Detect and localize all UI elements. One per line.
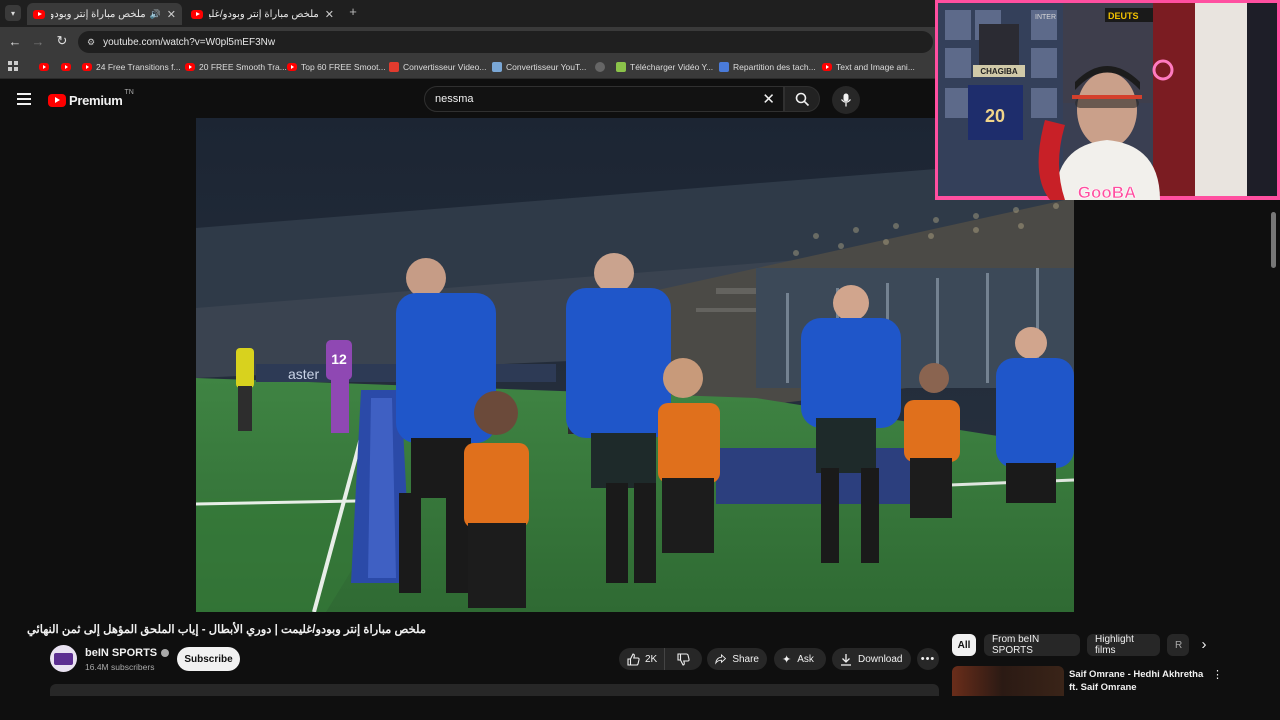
globe-icon — [595, 62, 605, 72]
youtube-icon — [82, 63, 92, 71]
clear-search-icon[interactable]: ✕ — [762, 90, 775, 108]
more-actions-button[interactable]: ••• — [917, 648, 939, 670]
youtube-logo[interactable]: Premium TN — [48, 89, 134, 108]
youtube-play-icon — [48, 93, 66, 107]
forward-button[interactable]: → — [30, 33, 46, 49]
close-tab-icon[interactable]: ✕ — [325, 8, 334, 21]
like-count: 2K — [645, 653, 658, 665]
ask-button[interactable]: ✦ Ask — [774, 648, 826, 670]
subscribe-button[interactable]: Subscribe — [177, 647, 240, 671]
apps-icon[interactable] — [8, 61, 18, 71]
chip-related[interactable]: R — [1167, 634, 1189, 656]
chevron-right-icon: › — [1201, 636, 1207, 653]
tab-title: ملخص مباراة إنتر وبودو/غليمت — [51, 8, 146, 20]
share-button[interactable]: Share — [707, 648, 767, 670]
bookmark-item[interactable]: Text and Image ani... — [822, 60, 915, 74]
site-info-icon[interactable]: ⚙ — [87, 37, 95, 48]
chips-next-button[interactable]: › — [1196, 637, 1212, 653]
thumbs-down-icon — [677, 652, 690, 666]
search-icon — [795, 92, 809, 106]
logo-text: Premium — [69, 92, 123, 108]
search-input[interactable]: nessma ✕ — [424, 86, 784, 112]
chip-all[interactable]: All — [952, 634, 976, 656]
youtube-favicon — [191, 9, 203, 19]
bookmark-item[interactable]: Repartition des tach... — [719, 60, 816, 74]
poster-name: CHAGIBA — [980, 67, 1018, 76]
recommended-thumbnail[interactable] — [952, 666, 1064, 696]
like-button[interactable]: 2K — [619, 648, 665, 670]
address-bar[interactable]: ⚙ youtube.com/watch?v=W0pl5mEF3Nw — [78, 31, 933, 53]
converter-icon — [492, 62, 502, 72]
verified-icon — [161, 649, 170, 657]
more-horizontal-icon: ••• — [920, 653, 936, 665]
youtube-icon — [287, 63, 297, 71]
tab-list-button[interactable]: ▾ — [5, 5, 21, 21]
menu-button[interactable] — [17, 93, 31, 105]
youtube-icon — [39, 63, 49, 71]
browser-tab-active[interactable]: ملخص مباراة إنتر وبودو/غليمت 🔊 ✕ — [27, 3, 182, 25]
description-box[interactable] — [50, 684, 939, 696]
bookmark-item[interactable] — [39, 60, 53, 74]
bookmark-item[interactable]: Convertisseur Video... — [389, 60, 486, 74]
webcam-feed: CHAGIBA INTER DEUTS 20 GooBA — [935, 0, 1280, 200]
converter-icon — [389, 62, 399, 72]
subscriber-count: 16.4M subscribers — [85, 662, 155, 672]
bookmark-item[interactable]: Télécharger Vidéo Y... — [616, 60, 713, 74]
search-query: nessma — [435, 93, 474, 105]
banner-left-text: INTER — [1035, 14, 1056, 21]
thumbs-up-icon — [627, 652, 640, 666]
webcam-overlay: CHAGIBA INTER DEUTS 20 GooBA — [935, 0, 1280, 200]
new-tab-button[interactable]: + — [346, 5, 360, 19]
youtube-icon — [61, 63, 71, 71]
youtube-favicon — [33, 9, 45, 19]
country-code: TN — [124, 89, 134, 96]
channel-name-row: beIN SPORTS — [85, 647, 170, 659]
browser-tab[interactable]: ملخص مباراة إنتر وبودو/غليمت | ✕ — [185, 3, 340, 25]
bookmark-item[interactable]: Top 60 FREE Smoot... — [287, 60, 386, 74]
reload-icon: ↻ — [56, 33, 68, 48]
page-scrollbar[interactable] — [1271, 212, 1276, 268]
ad-board-text: aster — [288, 366, 319, 382]
chip-highlight-films[interactable]: Highlight films — [1087, 634, 1160, 656]
docs-icon — [719, 62, 729, 72]
youtube-icon — [185, 63, 195, 71]
share-icon — [715, 653, 727, 665]
recommended-title: Saif Omrane - Hedhi Akhretha ft. Saif Om… — [1069, 669, 1204, 693]
bookmark-item[interactable] — [595, 60, 609, 74]
arrow-right-icon: → — [31, 33, 45, 49]
reload-button[interactable]: ↻ — [54, 33, 70, 49]
bookmark-item[interactable] — [61, 60, 75, 74]
dislike-button[interactable] — [665, 648, 702, 670]
bookmark-item[interactable]: 20 FREE Smooth Tra... — [185, 60, 287, 74]
tab-title: ملخص مباراة إنتر وبودو/غليمت | — [209, 8, 319, 20]
speaker-icon: 🔊 — [149, 8, 161, 19]
webcam-overlay-text: GooBA — [1078, 183, 1137, 200]
youtube-icon — [822, 63, 832, 71]
microphone-icon — [840, 93, 852, 107]
sparkle-icon: ✦ — [782, 653, 792, 666]
download-button[interactable]: Download — [832, 648, 911, 670]
back-button[interactable]: ← — [7, 33, 23, 49]
channel-avatar[interactable] — [50, 645, 77, 672]
bein-logo — [54, 652, 73, 665]
recommended-video[interactable]: Saif Omrane - Hedhi Akhretha ft. Saif Om… — [952, 666, 1223, 696]
chevron-down-icon: ▾ — [10, 8, 15, 18]
banner-right-text: DEUTS — [1108, 11, 1139, 21]
voice-search-button[interactable] — [832, 86, 860, 114]
chip-from-channel[interactable]: From beIN SPORTS — [984, 634, 1080, 656]
player-number: 12 — [331, 351, 347, 367]
bookmark-item[interactable]: 24 Free Transitions f... — [82, 60, 181, 74]
recommended-menu-icon[interactable]: ⋮ — [1212, 668, 1223, 681]
search-button[interactable] — [784, 86, 820, 112]
url-text: youtube.com/watch?v=W0pl5mEF3Nw — [103, 36, 276, 48]
download-icon — [841, 653, 851, 666]
shirt-number: 20 — [985, 106, 1005, 126]
close-tab-icon[interactable]: ✕ — [167, 8, 176, 21]
download-icon — [616, 62, 626, 72]
like-dislike-group: 2K — [619, 648, 702, 670]
arrow-left-icon: ← — [8, 33, 22, 49]
channel-name[interactable]: beIN SPORTS — [85, 647, 157, 659]
video-title: ملخص مباراة إنتر وبودو/غليمت | دوري الأب… — [26, 624, 426, 636]
bookmark-item[interactable]: Convertisseur YouT... — [492, 60, 586, 74]
